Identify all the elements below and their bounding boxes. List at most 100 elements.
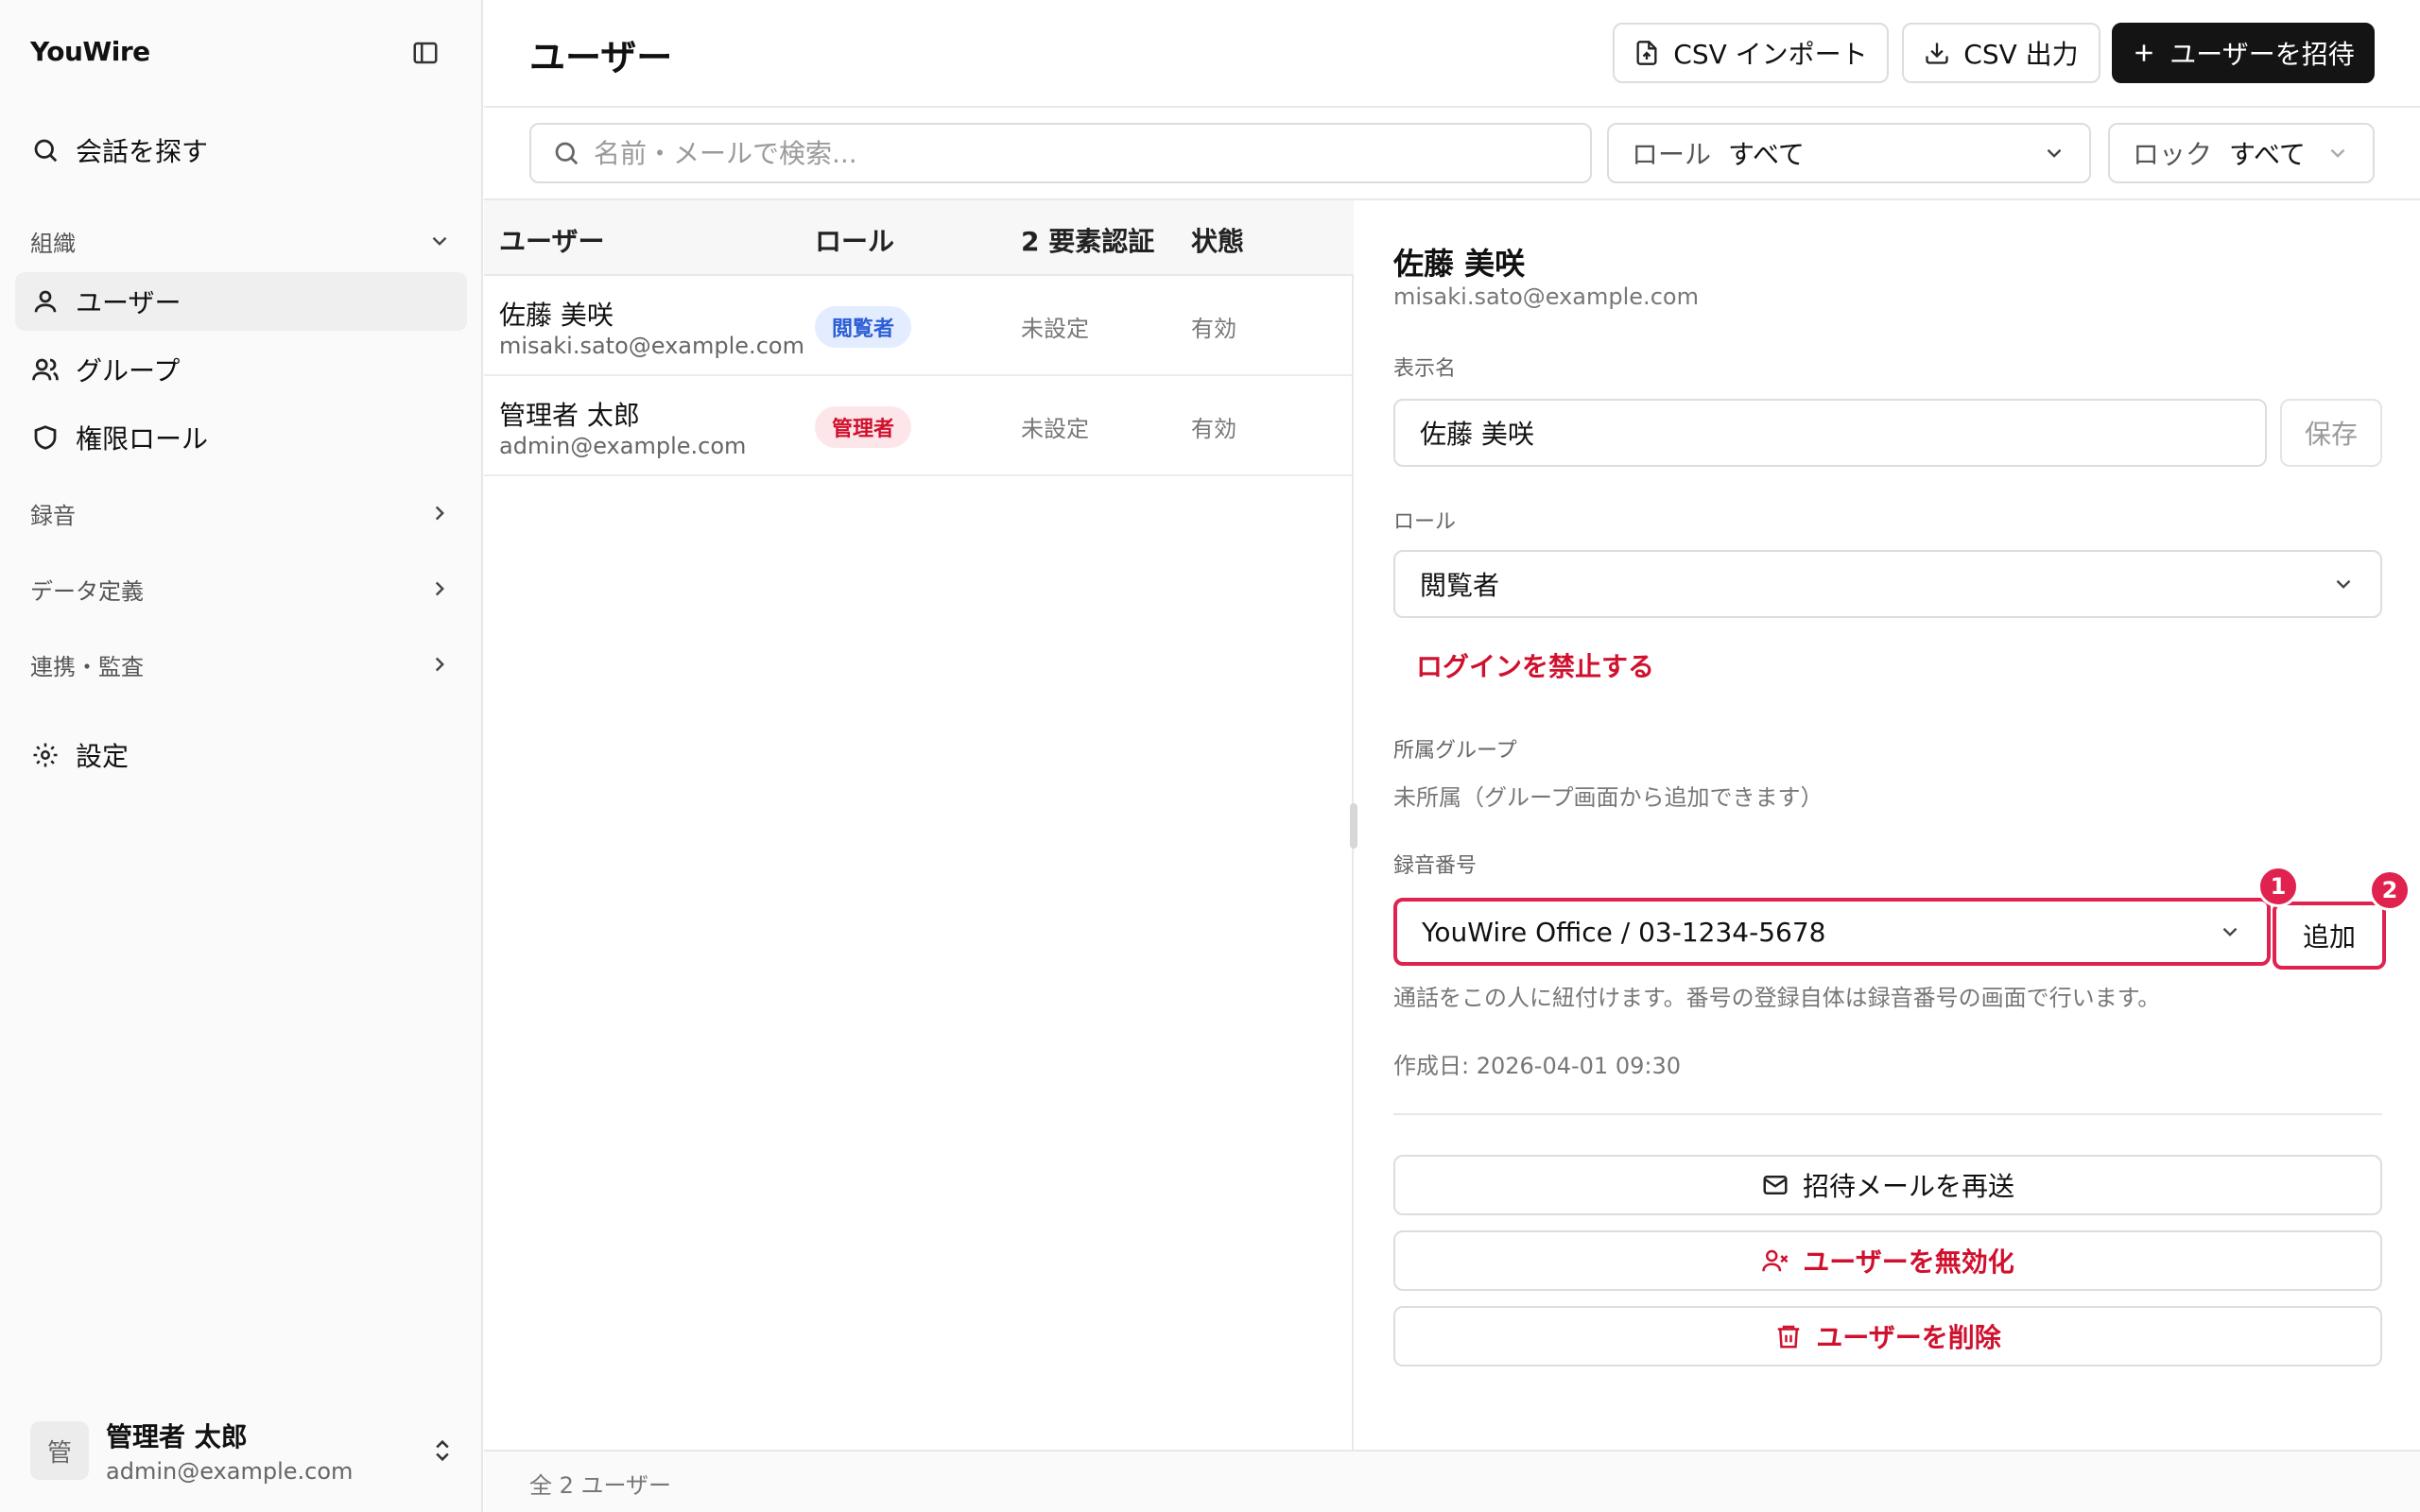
users-table: ユーザー ロール 2 要素認証 状態 佐藤 美咲 misaki.sato@exa…: [484, 200, 1354, 1450]
search-input[interactable]: [594, 137, 1539, 169]
chevron-right-icon: [435, 506, 444, 521]
role-select[interactable]: 閲覧者: [1393, 550, 2382, 618]
sidebar: YouWire 会話を探す 組織 ユーザー グループ 権限ロール 録音 データ定…: [0, 0, 483, 1512]
role-badge: 閲覧者: [815, 306, 912, 348]
sidebar-item-label: 権限ロール: [76, 423, 209, 455]
button-label: 招待メールを再送: [1802, 1171, 2014, 1202]
sidebar-search-conversations[interactable]: 会話を探す: [15, 121, 467, 180]
search-icon: [30, 135, 60, 165]
row-user-email: admin@example.com: [499, 433, 747, 459]
role-filter-select[interactable]: ロール すべて: [1607, 123, 2091, 183]
sidebar-section-integration-audit[interactable]: 連携・監査: [15, 640, 467, 689]
delete-user-button[interactable]: ユーザーを削除: [1393, 1306, 2382, 1366]
filter-value: すべて: [2229, 139, 2306, 170]
save-button[interactable]: 保存: [2280, 399, 2382, 467]
recording-number-hint: 通話をこの人に紐付けます。番号の登録自体は録音番号の画面で行います。: [1393, 985, 2161, 1011]
add-recording-number-button[interactable]: 追加: [2273, 902, 2386, 970]
avatar: 管: [30, 1421, 89, 1480]
table-row[interactable]: 管理者 太郎 admin@example.com 管理者 未設定 有効: [484, 378, 1354, 476]
column-header-status[interactable]: 状態: [1191, 221, 1244, 259]
role-label: ロール: [1393, 510, 1457, 534]
column-header-mfa[interactable]: 2 要素認証: [1021, 221, 1154, 259]
row-user-name: 管理者 太郎: [499, 400, 640, 431]
sidebar-item-label: グループ: [76, 355, 181, 387]
mail-icon: [1763, 1176, 1788, 1194]
sidebar-item-groups[interactable]: グループ: [15, 340, 467, 399]
chevron-down-icon: [2336, 579, 2351, 589]
sidebar-section-data-definition[interactable]: データ定義: [15, 564, 467, 613]
disable-user-button[interactable]: ユーザーを無効化: [1393, 1230, 2382, 1291]
current-user-name: 管理者 太郎: [106, 1421, 248, 1452]
table-footer: 全 2 ユーザー: [484, 1450, 2420, 1512]
recording-number-value: YouWire Office / 03-1234-5678: [1422, 916, 1826, 948]
section-label: データ定義: [30, 577, 144, 605]
sidebar-item-label: ユーザー: [76, 287, 182, 318]
shield-icon: [30, 422, 60, 453]
recording-number-select[interactable]: YouWire Office / 03-1234-5678: [1393, 898, 2271, 966]
filter-label: ロック: [2133, 139, 2213, 170]
gear-icon: [30, 740, 60, 770]
csv-export-button[interactable]: CSV 出力: [1902, 23, 2100, 83]
row-mfa-status: 未設定: [1021, 316, 1089, 342]
table-header: ユーザー ロール 2 要素認証 状態: [484, 200, 1354, 276]
section-label: 録音: [30, 502, 76, 529]
sidebar-toggle-button[interactable]: [408, 36, 442, 70]
row-account-status: 有効: [1191, 416, 1236, 442]
lock-filter-select[interactable]: ロック すべて: [2108, 123, 2375, 183]
resend-invite-button[interactable]: 招待メールを再送: [1393, 1155, 2382, 1215]
sidebar-section-organization[interactable]: 組織: [15, 216, 467, 266]
display-name-label: 表示名: [1393, 357, 1457, 381]
sidebar-item-users[interactable]: ユーザー: [15, 272, 467, 331]
chevrons-up-down-icon: [436, 1439, 449, 1462]
recording-number-label: 録音番号: [1393, 854, 1478, 878]
user-icon: [30, 286, 60, 317]
groups-label: 所属グループ: [1393, 739, 1517, 763]
display-name-input[interactable]: 佐藤 美咲: [1393, 399, 2267, 467]
detail-user-name: 佐藤 美咲: [1393, 246, 1526, 282]
button-label: CSV 出力: [1963, 39, 2079, 70]
section-label: 組織: [30, 230, 76, 257]
button-label: ユーザーを無効化: [1803, 1246, 2014, 1278]
header-divider: [484, 106, 2420, 108]
users-icon: [30, 354, 60, 385]
plus-icon: [2135, 44, 2152, 61]
column-header-role[interactable]: ロール: [815, 221, 894, 259]
invite-user-button[interactable]: ユーザーを招待: [2112, 23, 2375, 83]
sidebar-panel-icon: [413, 42, 438, 64]
annotation-marker: 1: [2257, 866, 2299, 907]
button-label: ユーザーを招待: [2169, 39, 2355, 70]
row-mfa-status: 未設定: [1021, 416, 1089, 442]
sidebar-item-settings[interactable]: 設定: [15, 726, 467, 784]
current-user-menu[interactable]: 管 管理者 太郎 admin@example.com: [30, 1413, 456, 1488]
sidebar-section-recording[interactable]: 録音: [15, 489, 467, 538]
section-label: 連携・監査: [30, 653, 144, 680]
csv-import-button[interactable]: CSV インポート: [1613, 23, 1889, 83]
ban-login-link[interactable]: ログインを禁止する: [1416, 646, 1654, 684]
detail-divider: [1393, 1113, 2382, 1115]
sidebar-item-label: 設定: [76, 741, 130, 772]
detail-user-email: misaki.sato@example.com: [1393, 284, 1699, 310]
filter-label: ロール: [1632, 139, 1712, 170]
row-user-email: misaki.sato@example.com: [499, 333, 804, 359]
search-icon: [555, 142, 579, 165]
groups-value: 未所属（グループ画面から追加できます）: [1393, 784, 1824, 811]
filter-value: すべて: [1728, 139, 1805, 170]
file-upload-icon: [1636, 41, 1657, 65]
chevron-right-icon: [435, 657, 444, 672]
chevron-right-icon: [435, 581, 444, 596]
sidebar-item-permission-roles[interactable]: 権限ロール: [15, 408, 467, 467]
sidebar-item-label: 会話を探す: [76, 136, 209, 167]
row-user-name: 佐藤 美咲: [499, 300, 614, 331]
search-box: [529, 123, 1592, 183]
brand-logo: YouWire: [30, 36, 150, 67]
panel-resize-handle[interactable]: [1350, 803, 1357, 849]
role-badge: 管理者: [815, 406, 912, 448]
row-account-status: 有効: [1191, 316, 1236, 342]
table-row[interactable]: 佐藤 美咲 misaki.sato@example.com 閲覧者 未設定 有効: [484, 278, 1354, 376]
page-title: ユーザー: [529, 37, 673, 78]
column-header-user[interactable]: ユーザー: [499, 221, 604, 259]
current-user-email: admin@example.com: [106, 1458, 354, 1485]
chevron-down-icon: [432, 236, 447, 246]
created-at: 作成日: 2026-04-01 09:30: [1393, 1053, 1681, 1079]
chevron-down-icon: [2330, 148, 2345, 158]
